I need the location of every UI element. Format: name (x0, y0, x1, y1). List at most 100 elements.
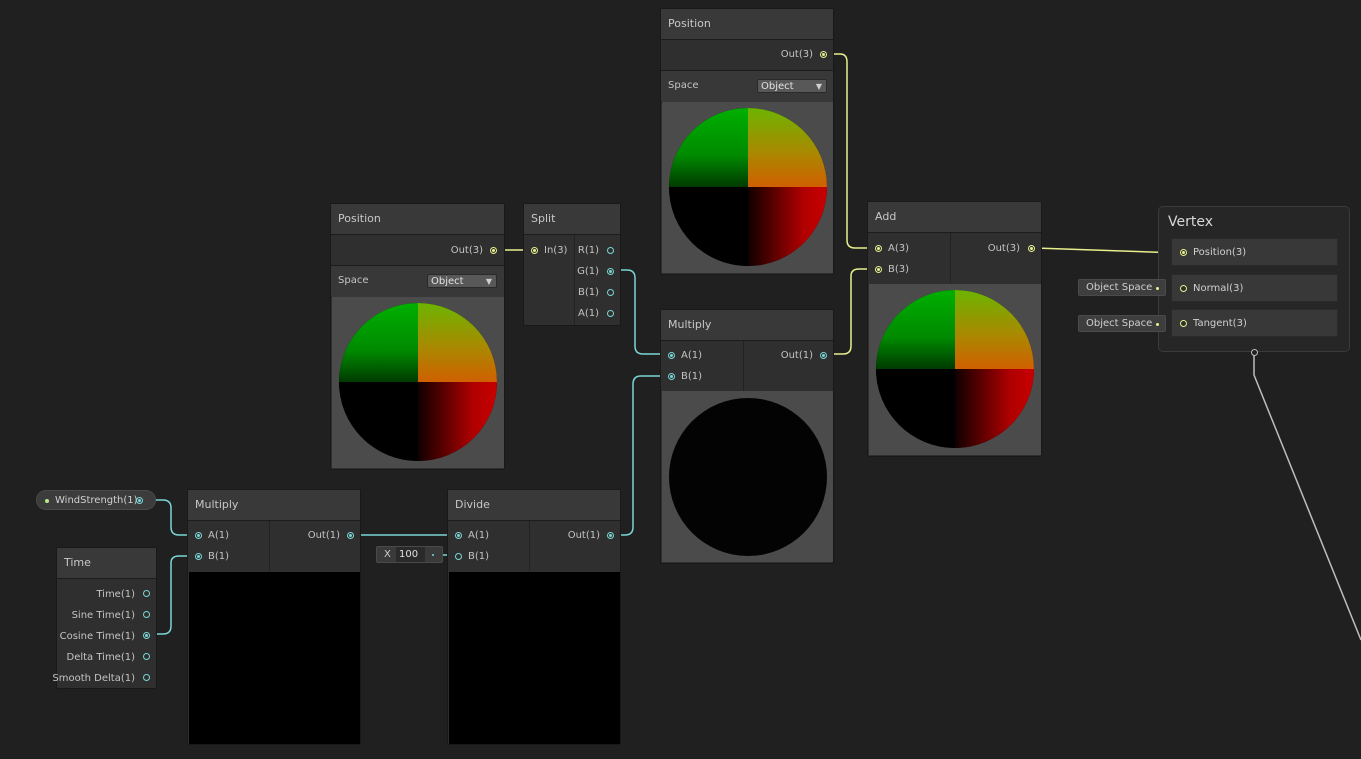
vertex-block[interactable]: Vertex Position(3) Normal(3) Tangent(3) (1158, 206, 1350, 356)
out-r-port[interactable] (607, 247, 614, 254)
value-input[interactable]: 100 (396, 547, 425, 562)
divide-b-field[interactable]: X 100 (376, 546, 443, 563)
property-label: WindStrength(1) (55, 495, 138, 506)
preview-area (189, 572, 360, 744)
output-label: Out(3) (450, 245, 483, 256)
field-dot (432, 554, 434, 556)
chevron-down-icon: ▼ (815, 82, 822, 91)
smooth-delta-port[interactable] (143, 674, 150, 681)
split-node[interactable]: Split In(3) R(1) G(1) B(1) A(1) (523, 203, 621, 326)
slot-port (1180, 249, 1187, 256)
position-node-left[interactable]: Position Out(3) Space Object ▼ (330, 203, 505, 470)
out-port[interactable] (136, 497, 143, 504)
out-port[interactable] (820, 352, 827, 359)
in-b-port[interactable] (195, 553, 202, 560)
space-dropdown[interactable]: Object ▼ (427, 274, 497, 288)
out-port[interactable] (347, 532, 354, 539)
in-a-port[interactable] (195, 532, 202, 539)
slot-port (1180, 285, 1187, 292)
time-output-label: Time(1) (96, 589, 135, 600)
time-port[interactable] (143, 590, 150, 597)
node-title[interactable]: Position (331, 204, 504, 235)
in-a-port[interactable] (668, 352, 675, 359)
delta-time-port[interactable] (143, 653, 150, 660)
output-label: Out(1) (307, 530, 340, 541)
preview-sphere (669, 398, 827, 556)
vertex-bottom-port[interactable] (1251, 349, 1258, 356)
preview-sphere (339, 303, 497, 461)
space-label: Space (668, 80, 699, 91)
space-dropdown[interactable]: Object ▼ (757, 79, 827, 93)
node-title[interactable]: Multiply (188, 490, 360, 521)
slot-port (1180, 320, 1187, 327)
property-dot (45, 499, 49, 503)
node-title[interactable]: Time (57, 548, 156, 579)
out-g-port[interactable] (607, 268, 614, 275)
in-a-port[interactable] (875, 245, 882, 252)
input-label: In(3) (544, 245, 568, 256)
multiply-node-center[interactable]: Multiply A(1) B(1) Out(1) (660, 309, 834, 564)
node-title[interactable]: Split (524, 204, 620, 235)
output-a-label: A(1) (577, 308, 599, 319)
chip-dot (1156, 287, 1159, 290)
preview-sphere (876, 290, 1034, 448)
chip-label: Object Space (1086, 318, 1153, 329)
cosine-time-port[interactable] (143, 632, 150, 639)
vertex-title: Vertex (1168, 214, 1214, 230)
node-title[interactable]: Divide (448, 490, 620, 521)
slot-label: Normal(3) (1193, 283, 1244, 294)
preview-area (662, 391, 833, 562)
position-node-top[interactable]: Position Out(3) Space Object ▼ (660, 8, 834, 275)
sine-time-label: Sine Time(1) (71, 610, 135, 621)
preview-area (662, 102, 833, 273)
chip-label: Object Space (1086, 282, 1153, 293)
cosine-time-label: Cosine Time(1) (59, 631, 135, 642)
out-a-port[interactable] (607, 310, 614, 317)
input-b-label: B(1) (208, 551, 230, 562)
chip-dot (1156, 323, 1159, 326)
output-b-label: B(1) (577, 287, 599, 298)
chevron-down-icon: ▼ (485, 277, 492, 286)
space-value: Object (761, 81, 794, 92)
node-title[interactable]: Position (661, 9, 833, 40)
wire-vertex-output (1253, 355, 1361, 641)
wind-strength-property[interactable]: WindStrength(1) (36, 490, 156, 510)
axis-label: X (384, 549, 391, 560)
out-b-port[interactable] (607, 289, 614, 296)
sine-time-port[interactable] (143, 611, 150, 618)
node-title[interactable]: Multiply (661, 310, 833, 341)
vertex-slot-position[interactable]: Position(3) (1171, 238, 1338, 266)
in-a-port[interactable] (455, 532, 462, 539)
out-port[interactable] (490, 247, 497, 254)
in-port[interactable] (531, 247, 538, 254)
multiply-node-bottom[interactable]: Multiply A(1) B(1) Out(1) (187, 489, 361, 745)
add-node[interactable]: Add A(3) B(3) Out(3) (867, 201, 1042, 457)
time-node[interactable]: Time Time(1) Sine Time(1) Cosine Time(1)… (52, 547, 157, 689)
preview-area (449, 572, 620, 744)
preview-area (332, 297, 504, 468)
input-a-label: A(1) (208, 530, 230, 541)
output-r-label: R(1) (577, 245, 599, 256)
space-label: Space (338, 275, 369, 286)
normal-default-chip[interactable]: Object Space (1078, 279, 1166, 296)
node-title[interactable]: Add (868, 202, 1041, 233)
output-label: Out(1) (567, 530, 600, 541)
vertex-slot-normal[interactable]: Normal(3) (1171, 274, 1338, 302)
out-port[interactable] (607, 532, 614, 539)
out-port[interactable] (820, 51, 827, 58)
in-b-port[interactable] (668, 373, 675, 380)
out-port[interactable] (1028, 245, 1035, 252)
preview-sphere (669, 108, 827, 266)
in-b-port[interactable] (455, 553, 462, 560)
output-label: Out(3) (987, 243, 1020, 254)
in-b-port[interactable] (875, 266, 882, 273)
slot-label: Position(3) (1193, 247, 1247, 258)
divide-node[interactable]: Divide A(1) B(1) Out(1) (447, 489, 621, 745)
slot-label: Tangent(3) (1193, 318, 1247, 329)
input-b-label: B(3) (888, 264, 910, 275)
vertex-slot-tangent[interactable]: Tangent(3) (1171, 309, 1338, 337)
smooth-delta-label: Smooth Delta(1) (52, 673, 135, 684)
tangent-default-chip[interactable]: Object Space (1078, 315, 1166, 332)
output-g-label: G(1) (577, 266, 599, 277)
output-label: Out(1) (780, 350, 813, 361)
